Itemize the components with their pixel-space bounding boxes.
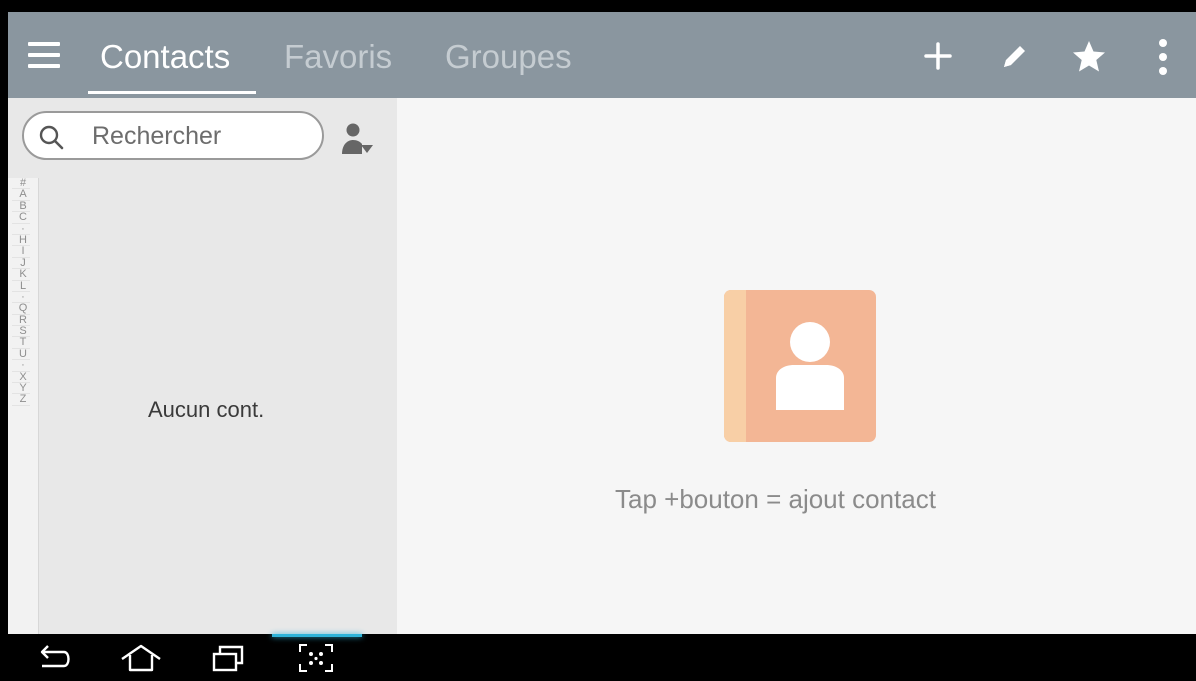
search-input[interactable] bbox=[92, 121, 292, 151]
active-tab-indicator bbox=[88, 91, 256, 94]
edit-pencil-icon[interactable] bbox=[996, 38, 1032, 74]
add-contact-hint: Tap +bouton = ajout contact bbox=[615, 484, 936, 514]
contact-book-icon bbox=[724, 290, 876, 447]
alphabet-index[interactable]: # A B C · H I J K L · Q R S T U · X Y Z bbox=[8, 177, 39, 634]
app-bar: Contacts Favoris Groupes bbox=[8, 12, 1196, 98]
system-nav-bar bbox=[0, 634, 1196, 681]
empty-list-message: Aucun cont. bbox=[148, 397, 265, 422]
contact-detail-pane: Tap +bouton = ajout contact bbox=[397, 98, 1196, 634]
nav-active-indicator bbox=[272, 634, 362, 637]
index-letter[interactable]: Z bbox=[8, 394, 38, 407]
star-icon[interactable] bbox=[1070, 38, 1108, 74]
index-letter[interactable]: Q bbox=[8, 302, 38, 316]
home-icon[interactable] bbox=[118, 642, 164, 679]
back-icon[interactable] bbox=[34, 642, 74, 679]
contacts-list-pane: #ABC·HIJKL·QRSTU·XYZ Aucun cont. bbox=[8, 98, 397, 634]
tab-favoris[interactable]: Favoris bbox=[284, 38, 392, 76]
screen-capture-icon[interactable] bbox=[297, 642, 335, 679]
index-letter[interactable]: C bbox=[8, 211, 38, 224]
hamburger-menu-icon[interactable] bbox=[28, 42, 60, 68]
index-letter[interactable]: K bbox=[8, 268, 38, 281]
overflow-menu-icon[interactable] bbox=[1156, 38, 1170, 75]
tab-contacts[interactable]: Contacts bbox=[100, 38, 230, 76]
contact-filter-icon[interactable] bbox=[340, 122, 374, 161]
tab-groupes[interactable]: Groupes bbox=[445, 38, 572, 76]
search-icon bbox=[38, 124, 64, 155]
add-icon[interactable] bbox=[920, 38, 956, 74]
status-strip bbox=[0, 0, 1196, 12]
recent-apps-icon[interactable] bbox=[208, 642, 248, 679]
search-box[interactable] bbox=[22, 111, 324, 160]
index-letter[interactable]: · bbox=[8, 359, 38, 373]
